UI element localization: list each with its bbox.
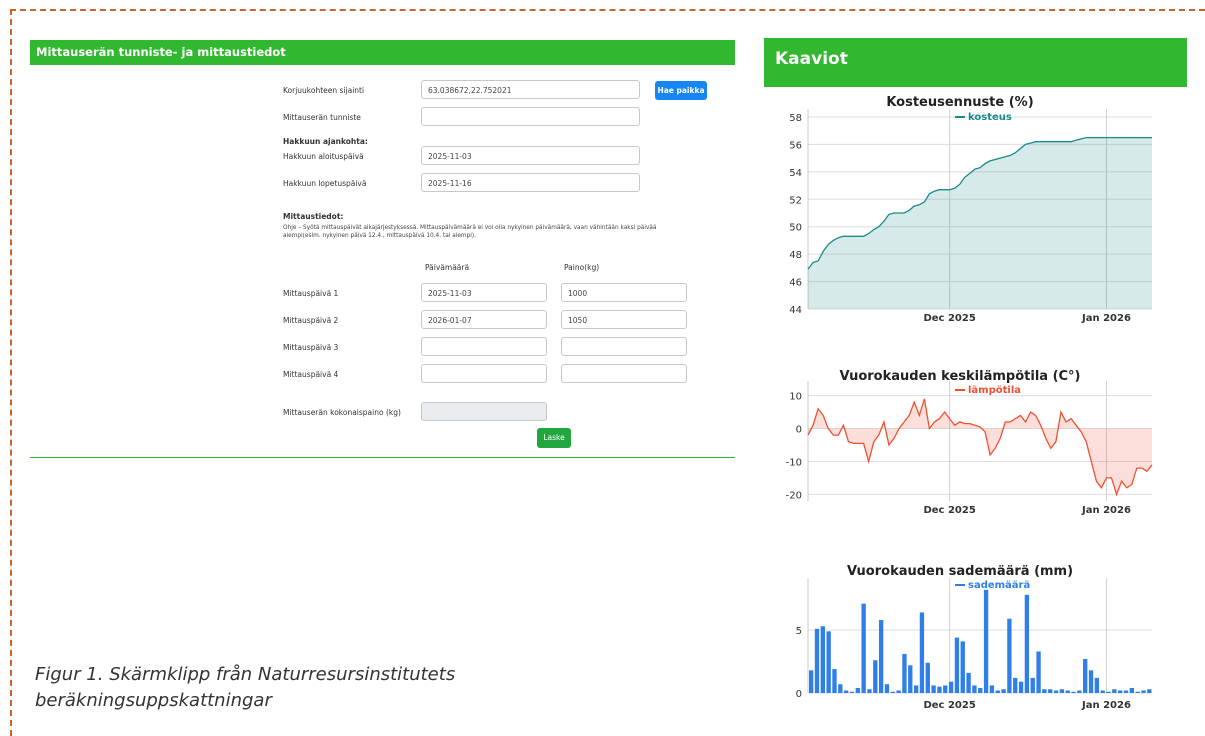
harvest-heading: Hakkuun ajankohta: <box>283 137 368 146</box>
batch-id-input[interactable] <box>421 107 640 126</box>
row-weight-input[interactable] <box>561 364 687 383</box>
charts-header: Kaaviot <box>764 38 1187 87</box>
row-label: Mittauspäivä 2 <box>283 316 339 325</box>
row-date-input[interactable]: 2026-01-07 <box>421 310 547 329</box>
row-weight-input[interactable] <box>561 337 687 356</box>
find-location-button[interactable]: Hae paikka <box>655 81 707 100</box>
calculate-button[interactable]: Laske <box>537 428 571 448</box>
row-date-input[interactable] <box>421 364 547 383</box>
row-date-input[interactable]: 2025-11-03 <box>421 283 547 302</box>
form-title: Mittauserän tunniste- ja mittaustiedot <box>30 40 735 65</box>
row-weight-input[interactable]: 1000 <box>561 283 687 302</box>
total-weight-label: Mittauserän kokonaispaino (kg) <box>283 408 401 417</box>
harvest-start-input[interactable]: 2025-11-03 <box>421 146 640 165</box>
harvest-end-input[interactable]: 2025-11-16 <box>421 173 640 192</box>
row-date-input[interactable] <box>421 337 547 356</box>
harvest-end-label: Hakkuun lopetuspäivä <box>283 179 367 188</box>
form-bottom-rule <box>30 457 735 458</box>
location-input[interactable]: 63.038672,22.752021 <box>421 80 640 99</box>
column-date: Päivämäärä <box>425 263 470 272</box>
measure-heading: Mittaustiedot: <box>283 212 344 221</box>
row-label: Mittauspäivä 3 <box>283 343 339 352</box>
location-label: Korjuukohteen sijainti <box>283 86 365 95</box>
batch-id-label: Mittauserän tunniste <box>283 113 361 122</box>
row-label: Mittauspäivä 4 <box>283 370 339 379</box>
measure-note: Ohje – Syötä mittauspäivät aikajärjestyk… <box>283 225 657 239</box>
row-weight-input[interactable]: 1050 <box>561 310 687 329</box>
column-weight: Paino(kg) <box>564 263 600 272</box>
total-weight-output <box>421 402 547 421</box>
harvest-start-label: Hakkuun aloituspäivä <box>283 152 364 161</box>
figure-caption: Figur 1. Skärmklipp från Naturresursinst… <box>35 664 456 711</box>
row-label: Mittauspäivä 1 <box>283 289 339 298</box>
